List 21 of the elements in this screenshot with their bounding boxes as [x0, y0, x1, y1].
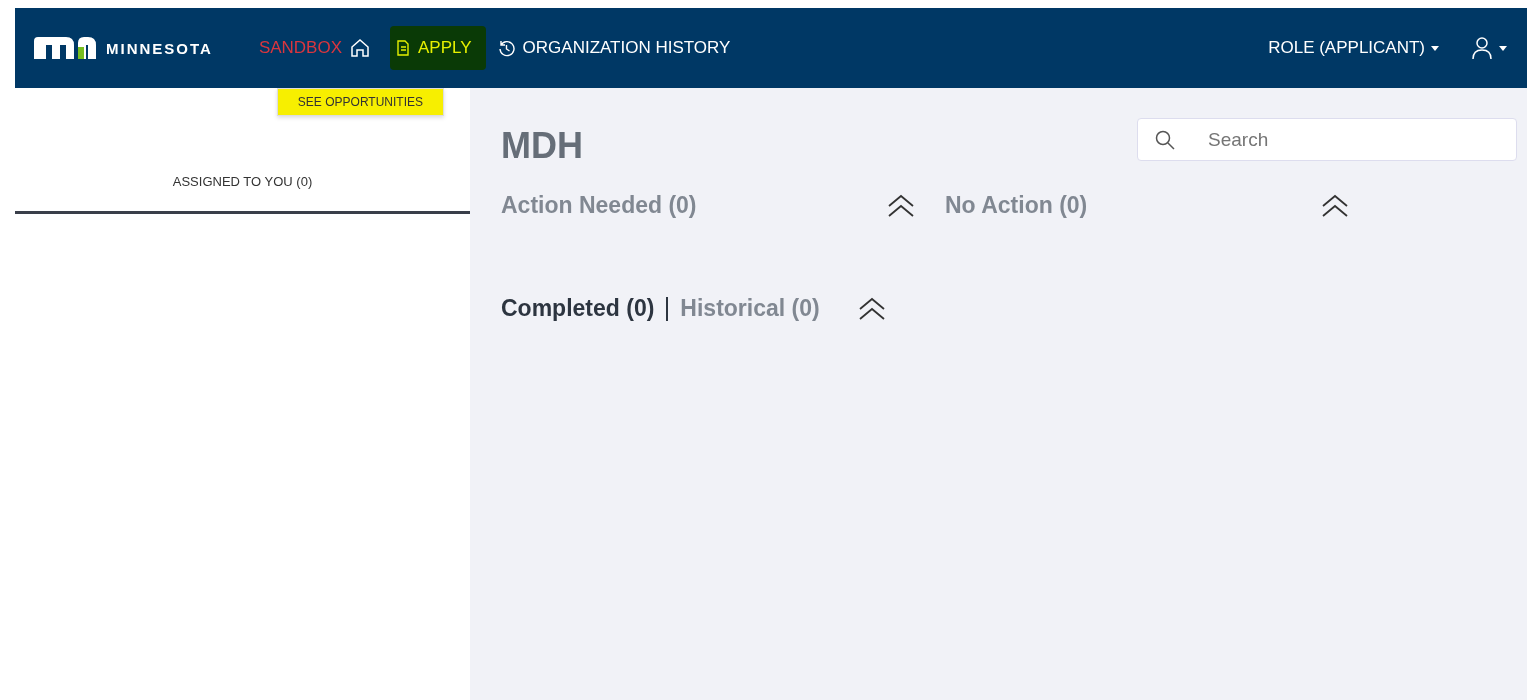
collapse-icon[interactable]	[1321, 193, 1349, 218]
see-opportunities-button[interactable]: SEE OPPORTUNITIES	[276, 88, 444, 116]
role-dropdown[interactable]: ROLE (APPLICANT)	[1262, 37, 1445, 59]
status-tab[interactable]: Completed (0)	[501, 295, 655, 322]
assigned-tab[interactable]: ASSIGNED TO YOU (0)	[15, 174, 470, 214]
history-icon	[497, 39, 515, 57]
search-icon	[1155, 130, 1175, 150]
environment-label: SANDBOX	[258, 38, 343, 58]
search-field[interactable]: Search	[1137, 118, 1517, 161]
section-heading: Action Needed (0)	[501, 192, 697, 219]
page-title: MDH	[501, 128, 583, 164]
state-logo-icon	[34, 37, 96, 59]
collapse-icon[interactable]	[857, 296, 886, 321]
collapse-icon[interactable]	[887, 193, 915, 218]
user-icon	[1471, 36, 1493, 60]
section-heading: No Action (0)	[945, 192, 1088, 219]
home-icon[interactable]	[350, 38, 371, 58]
nav-link[interactable]: ORGANIZATION HISTORY	[491, 26, 745, 70]
document-icon	[396, 40, 411, 56]
logo-text: MINNESOTA	[106, 39, 213, 57]
nav-link[interactable]: APPLY	[390, 26, 486, 70]
